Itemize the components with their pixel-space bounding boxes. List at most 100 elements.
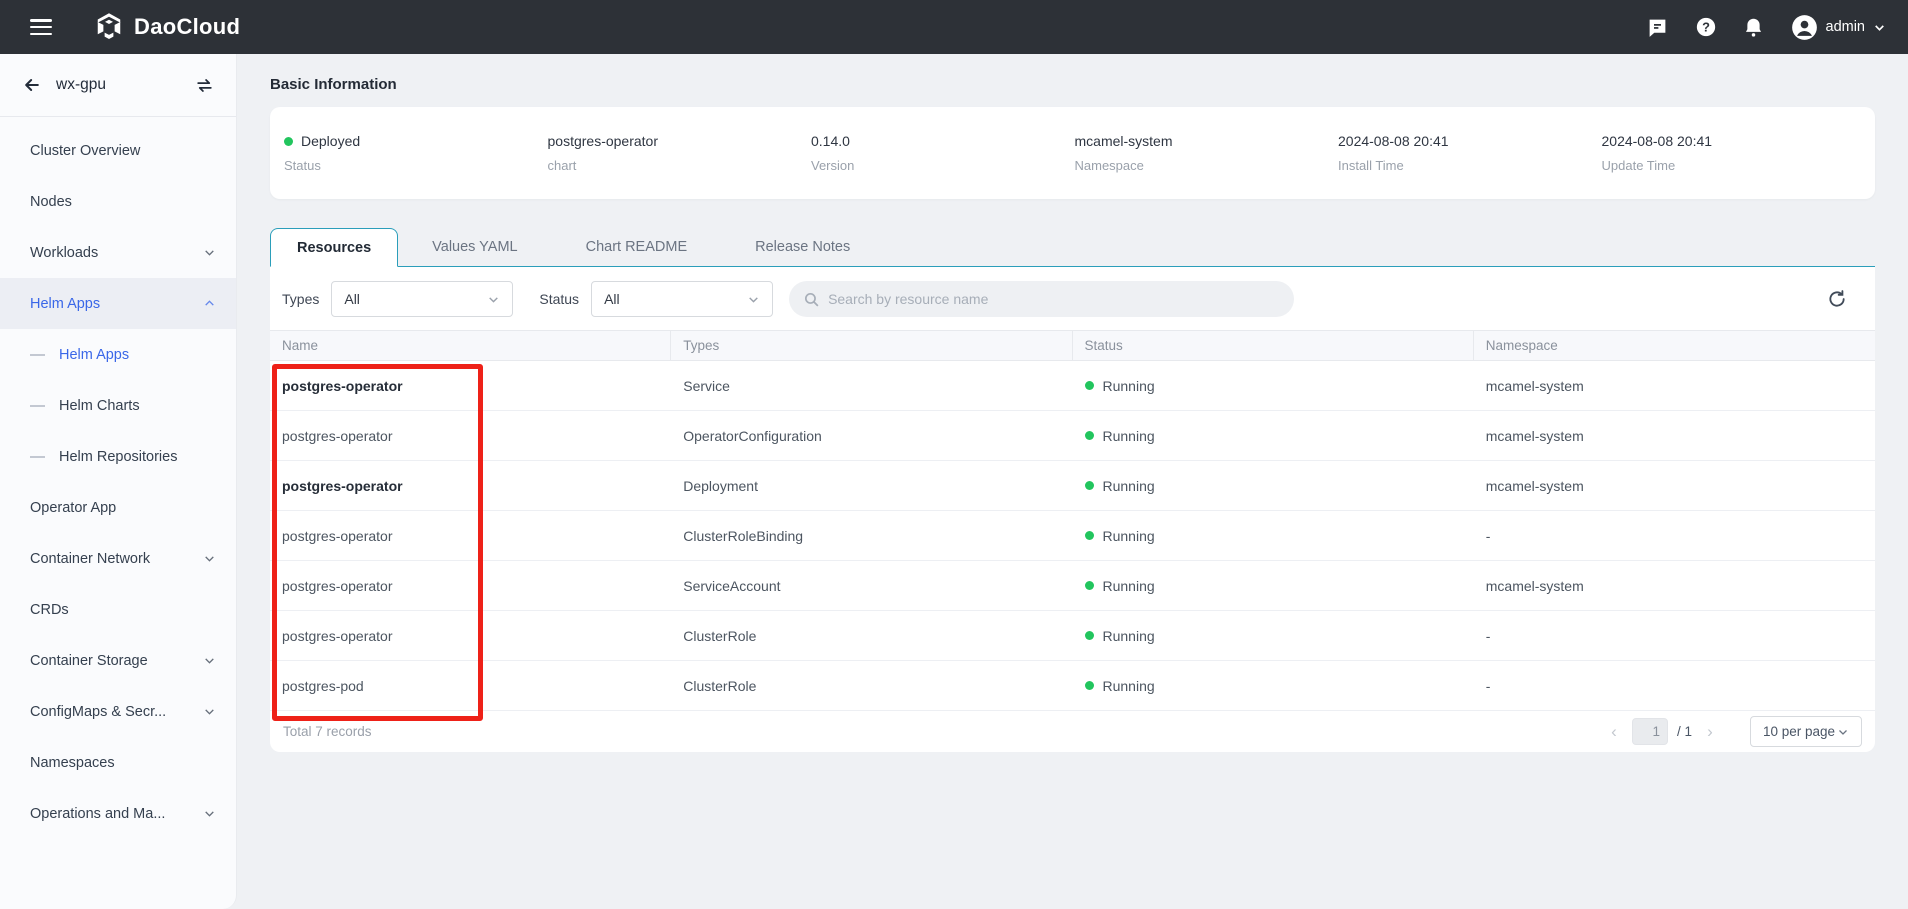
- info-value: 0.14.0: [811, 133, 1073, 149]
- sidebar-item-container-storage[interactable]: Container Storage: [0, 635, 236, 686]
- resources-panel: Types All Status All: [270, 267, 1875, 752]
- column-header-types: Types: [671, 331, 1072, 360]
- sidebar-item-label: Cluster Overview: [30, 143, 216, 159]
- resource-status: Running: [1073, 461, 1474, 510]
- sidebar-item-workloads[interactable]: Workloads: [0, 227, 236, 278]
- daocloud-logo-icon: [94, 12, 124, 42]
- page-size-select[interactable]: 10 per page: [1750, 716, 1862, 747]
- info-field-update-time: 2024-08-08 20:41Update Time: [1600, 133, 1864, 173]
- column-header-status: Status: [1073, 331, 1474, 360]
- sidebar: wx-gpu Cluster OverviewNodesWorkloadsHel…: [0, 54, 237, 909]
- main-content: Cluster: wx-gpu / Namespace: mcamel-syst…: [237, 14, 1908, 752]
- chat-icon[interactable]: [1647, 16, 1669, 38]
- basic-information-card: DeployedStatuspostgres-operatorchart0.14…: [270, 107, 1875, 199]
- dash-bullet-icon: [30, 354, 45, 356]
- tab-values-yaml[interactable]: Values YAML: [398, 227, 551, 266]
- sidebar-item-configmaps-secr[interactable]: ConfigMaps & Secr...: [0, 686, 236, 737]
- resource-namespace: -: [1474, 511, 1875, 560]
- resource-name[interactable]: postgres-operator: [270, 511, 671, 560]
- info-field-namespace: mcamel-systemNamespace: [1073, 133, 1337, 173]
- sidebar-item-namespaces[interactable]: Namespaces: [0, 737, 236, 788]
- chevron-down-icon: [747, 293, 760, 306]
- sidebar-item-label: Container Network: [30, 551, 203, 567]
- notifications-bell-icon[interactable]: [1743, 16, 1765, 38]
- table-row: postgres-operatorOperatorConfigurationRu…: [270, 411, 1875, 461]
- table-row: postgres-operatorClusterRoleRunning-: [270, 611, 1875, 661]
- info-field-chart: postgres-operator chart: [546, 133, 810, 173]
- info-value: Deployed: [284, 133, 546, 149]
- chevron-down-icon: [203, 246, 216, 259]
- resource-type: Service: [671, 361, 1072, 410]
- resource-type: Deployment: [671, 461, 1072, 510]
- sidebar-cluster-name[interactable]: wx-gpu: [56, 76, 181, 94]
- sidebar-item-crds[interactable]: CRDs: [0, 584, 236, 635]
- chevron-down-icon: [1873, 21, 1886, 34]
- chevron-down-icon: [203, 705, 216, 718]
- switch-cluster-icon[interactable]: [195, 76, 214, 95]
- user-menu[interactable]: admin: [1791, 14, 1887, 41]
- info-value: postgres-operator: [548, 133, 810, 149]
- sidebar-item-helm-apps[interactable]: Helm Apps: [0, 329, 236, 380]
- info-label: Namespace: [1075, 158, 1337, 173]
- search-input[interactable]: [828, 291, 1280, 307]
- sidebar-item-label: Container Storage: [30, 653, 203, 669]
- resource-name[interactable]: postgres-pod: [270, 661, 671, 710]
- sidebar-item-label: Namespaces: [30, 755, 216, 771]
- username: admin: [1826, 19, 1866, 35]
- sidebar-item-helm-apps[interactable]: Helm Apps: [0, 278, 236, 329]
- table-row: postgres-operatorServiceRunningmcamel-sy…: [270, 361, 1875, 411]
- resource-namespace: mcamel-system: [1474, 561, 1875, 610]
- tab-release-notes[interactable]: Release Notes: [721, 227, 884, 266]
- types-select-value: All: [344, 291, 487, 307]
- status-dot-icon: [1085, 581, 1094, 590]
- status-select[interactable]: All: [591, 281, 773, 317]
- dash-bullet-icon: [30, 405, 45, 407]
- resource-type: ServiceAccount: [671, 561, 1072, 610]
- resource-status: Running: [1073, 361, 1474, 410]
- pagination: ‹ / 1 › 10 per page: [1605, 716, 1862, 747]
- status-dot-icon: [284, 137, 293, 146]
- next-page-icon[interactable]: ›: [1701, 722, 1719, 742]
- page-number-input[interactable]: [1632, 718, 1668, 745]
- resource-name[interactable]: postgres-operator: [270, 561, 671, 610]
- resource-name[interactable]: postgres-operator: [270, 461, 671, 510]
- sidebar-item-operations-and-ma[interactable]: Operations and Ma...: [0, 788, 236, 839]
- refresh-icon[interactable]: [1825, 287, 1849, 311]
- page-size-value: 10 per page: [1763, 724, 1837, 739]
- search-icon: [803, 291, 820, 308]
- sidebar-item-nodes[interactable]: Nodes: [0, 176, 236, 227]
- table-body: postgres-operatorServiceRunningmcamel-sy…: [270, 361, 1875, 711]
- chevron-down-icon: [1837, 726, 1849, 738]
- dash-bullet-icon: [30, 456, 45, 458]
- prev-page-icon[interactable]: ‹: [1605, 722, 1623, 742]
- sidebar-nav: Cluster OverviewNodesWorkloadsHelm AppsH…: [0, 125, 236, 839]
- sidebar-item-operator-app[interactable]: Operator App: [0, 482, 236, 533]
- column-header-namespace: Namespace: [1474, 331, 1875, 360]
- hamburger-menu-icon[interactable]: [30, 19, 52, 35]
- resource-status: Running: [1073, 511, 1474, 560]
- tab-resources[interactable]: Resources: [270, 228, 398, 267]
- resource-name[interactable]: postgres-operator: [270, 411, 671, 460]
- sidebar-item-helm-charts[interactable]: Helm Charts: [0, 380, 236, 431]
- info-label: chart: [548, 158, 810, 173]
- top-header: DaoCloud ?: [0, 0, 1908, 54]
- sidebar-item-container-network[interactable]: Container Network: [0, 533, 236, 584]
- table-row: postgres-operatorClusterRoleBindingRunni…: [270, 511, 1875, 561]
- search-box[interactable]: [789, 281, 1294, 317]
- sidebar-item-cluster-overview[interactable]: Cluster Overview: [0, 125, 236, 176]
- back-arrow-icon[interactable]: [22, 75, 42, 95]
- types-select[interactable]: All: [331, 281, 513, 317]
- help-icon[interactable]: ?: [1695, 16, 1717, 38]
- resource-type: ClusterRole: [671, 661, 1072, 710]
- sidebar-item-helm-repositories[interactable]: Helm Repositories: [0, 431, 236, 482]
- resource-name[interactable]: postgres-operator: [270, 361, 671, 410]
- tab-chart-readme[interactable]: Chart README: [552, 227, 722, 266]
- status-filter-label: Status: [539, 291, 579, 307]
- sidebar-item-label: Operations and Ma...: [30, 806, 203, 822]
- info-label: Install Time: [1338, 158, 1600, 173]
- status-dot-icon: [1085, 481, 1094, 490]
- chevron-down-icon: [203, 654, 216, 667]
- status-dot-icon: [1085, 531, 1094, 540]
- resource-namespace: mcamel-system: [1474, 361, 1875, 410]
- resource-name[interactable]: postgres-operator: [270, 611, 671, 660]
